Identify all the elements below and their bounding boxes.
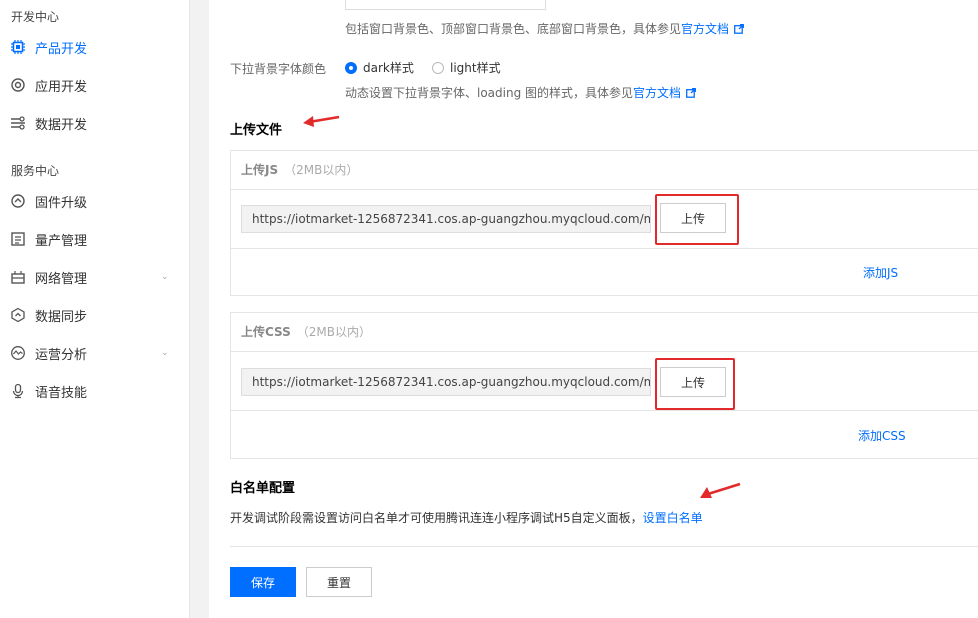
external-link-icon[interactable]: [686, 87, 696, 101]
upload-js-panel: 上传JS （2MB以内） https://iotmarket-1256872341…: [230, 150, 978, 296]
app-icon: [10, 77, 26, 93]
firmware-icon: [10, 193, 26, 209]
network-icon: [10, 269, 26, 285]
upload-js-header: 上传JS （2MB以内）: [231, 151, 978, 190]
analytics-icon: [10, 345, 26, 361]
upload-css-title: 上传CSS: [241, 325, 291, 339]
panel-divider: [231, 248, 978, 249]
sidebar-item-label: 产品开发: [35, 41, 88, 57]
bg-color-hint: 包括窗口背景色、顶部窗口背景色、底部窗口背景色，具体参见官方文档: [345, 20, 744, 37]
add-css-link[interactable]: 添加CSS: [858, 427, 906, 444]
bg-color-input[interactable]: [345, 0, 546, 10]
whitelist-hint-text: 开发调试阶段需设置访问白名单才可使用腾讯连连小程序调试H5自定义面板，: [230, 511, 643, 525]
sidebar-item-label: 数据开发: [35, 117, 88, 133]
panel-divider: [231, 410, 978, 411]
upload-css-header: 上传CSS （2MB以内）: [231, 313, 978, 352]
sidebar-item-product-dev[interactable]: 产品开发: [0, 31, 189, 63]
radio-dot[interactable]: [432, 61, 444, 74]
js-url-input[interactable]: https://iotmarket-1256872341.cos.ap-guan…: [241, 205, 651, 233]
sync-icon: [10, 307, 26, 323]
footer-divider: [230, 546, 978, 547]
whitelist-hint: 开发调试阶段需设置访问白名单才可使用腾讯连连小程序调试H5自定义面板，设置白名单: [230, 509, 703, 526]
upload-css-limit: （2MB以内）: [296, 325, 372, 339]
upload-css-panel: 上传CSS （2MB以内） https://iotmarket-125687234…: [230, 312, 978, 459]
dropdown-hint: 动态设置下拉背景字体、loading 图的样式，具体参见官方文档: [345, 84, 696, 101]
add-js-link[interactable]: 添加JS: [863, 264, 898, 281]
sidebar-item-label: 量产管理: [35, 233, 88, 249]
upload-section-title: 上传文件: [230, 123, 283, 138]
sidebar-item-label: 应用开发: [35, 79, 88, 95]
doc-link[interactable]: 官方文档: [633, 86, 681, 100]
bg-color-hint-text: 包括窗口背景色、顶部窗口背景色、底部窗口背景色，具体参见: [345, 22, 682, 36]
upload-js-button[interactable]: 上传: [660, 203, 726, 233]
sidebar-item-label: 运营分析: [35, 347, 88, 363]
css-url-input[interactable]: https://iotmarket-1256872341.cos.ap-guan…: [241, 368, 651, 396]
dropdown-bg-label: 下拉背景字体颜色: [230, 62, 327, 76]
radio-dark[interactable]: dark样式: [345, 59, 414, 76]
chevron-down-icon: ⌄: [161, 272, 169, 282]
sidebar-item-label: 语音技能: [35, 385, 88, 401]
section-dev-center: 开发中心: [11, 10, 60, 24]
sidebar-item-firmware[interactable]: 固件升级: [0, 185, 189, 217]
sidebar-item-data-sync[interactable]: 数据同步: [0, 299, 189, 331]
set-whitelist-link[interactable]: 设置白名单: [643, 511, 703, 525]
sidebar-item-mass-production[interactable]: 量产管理: [0, 223, 189, 255]
section-service-center: 服务中心: [11, 164, 60, 178]
dropdown-hint-text: 动态设置下拉背景字体、loading 图的样式，具体参见: [345, 86, 634, 100]
sidebar-item-app-dev[interactable]: 应用开发: [0, 69, 189, 101]
whitelist-section-title: 白名单配置: [230, 481, 296, 496]
data-flow-icon: [10, 115, 26, 131]
sidebar: 开发中心 产品开发 应用开发 数据开发 服务中心 固件升级 量产管理 网络管理 …: [0, 0, 190, 618]
content-gutter: [190, 0, 209, 618]
upload-js-limit: （2MB以内）: [284, 163, 359, 177]
annotation-arrow: [700, 482, 741, 498]
sidebar-item-label: 网络管理: [35, 271, 88, 287]
sidebar-item-voice[interactable]: 语音技能: [0, 375, 189, 407]
annotation-arrow: [303, 115, 340, 127]
sidebar-item-label: 固件升级: [35, 195, 88, 211]
sidebar-item-analytics[interactable]: 运营分析 ⌄: [0, 337, 189, 369]
upload-css-button[interactable]: 上传: [660, 367, 726, 397]
radio-light-label: light样式: [450, 61, 501, 75]
list-icon: [10, 231, 26, 247]
upload-js-title: 上传JS: [241, 163, 279, 177]
radio-light[interactable]: light样式: [432, 59, 501, 76]
sidebar-item-network[interactable]: 网络管理 ⌄: [0, 261, 189, 293]
radio-dark-label: dark样式: [363, 61, 414, 75]
external-link-icon[interactable]: [734, 23, 744, 37]
sidebar-item-label: 数据同步: [35, 309, 88, 325]
chevron-down-icon: ⌄: [161, 348, 169, 358]
sidebar-item-data-dev[interactable]: 数据开发: [0, 107, 189, 139]
chip-icon: [10, 39, 26, 55]
voice-icon: [10, 383, 26, 399]
save-button[interactable]: 保存: [230, 567, 296, 597]
reset-button[interactable]: 重置: [306, 567, 372, 597]
main-content: 包括窗口背景色、顶部窗口背景色、底部窗口背景色，具体参见官方文档 下拉背景字体颜…: [209, 0, 978, 618]
radio-dot-checked[interactable]: [345, 61, 357, 74]
doc-link[interactable]: 官方文档: [681, 22, 729, 36]
